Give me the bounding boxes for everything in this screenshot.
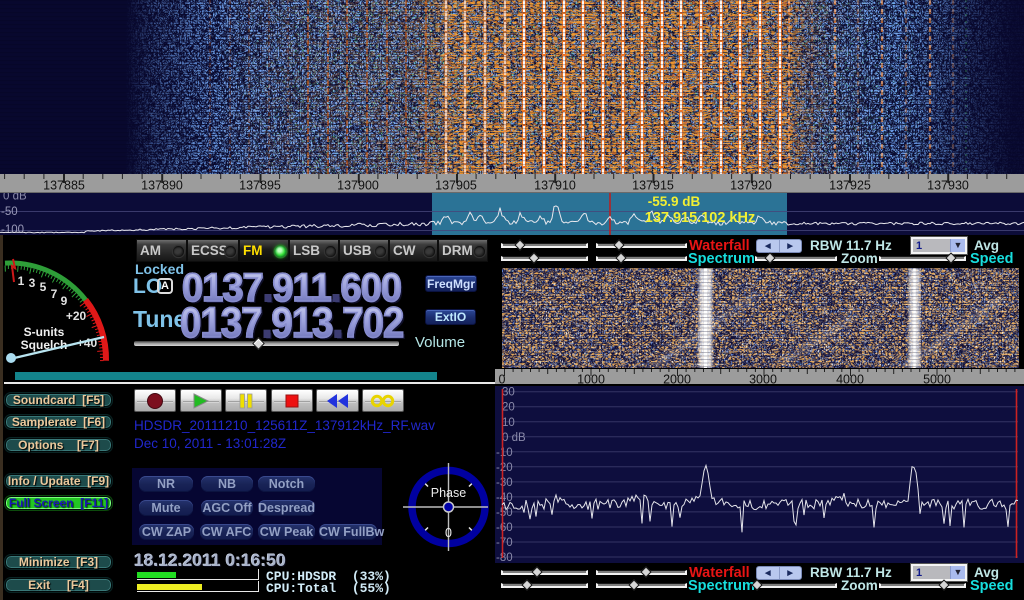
svg-text:10: 10 — [502, 417, 515, 429]
svg-text:-10: -10 — [496, 447, 513, 459]
svg-text:30: 30 — [502, 387, 515, 399]
svg-text:0 dB: 0 dB — [502, 432, 526, 444]
svg-text:-70: -70 — [496, 537, 513, 549]
svg-text:20: 20 — [502, 402, 515, 414]
svg-text:-60: -60 — [496, 522, 513, 534]
svg-text:-30: -30 — [496, 477, 513, 489]
svg-text:-20: -20 — [496, 462, 513, 474]
svg-text:-50: -50 — [496, 507, 513, 519]
svg-text:-80: -80 — [496, 552, 513, 564]
